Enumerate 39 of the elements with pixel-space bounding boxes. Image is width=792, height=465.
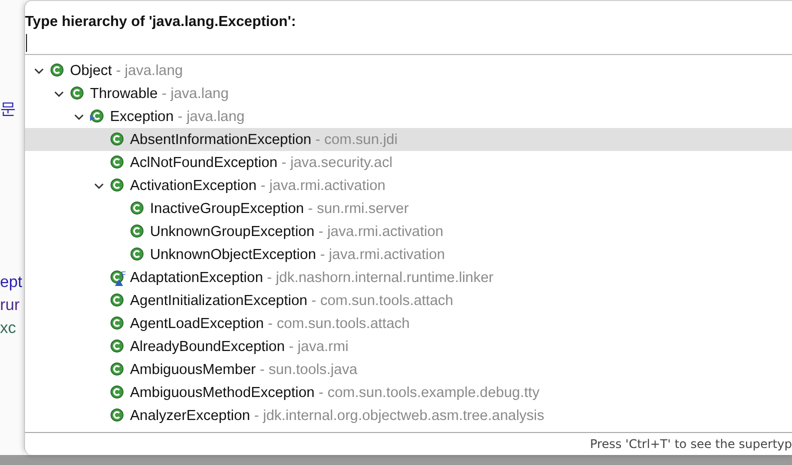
type-label: UnknownObjectException - java.rmi.activation: [150, 246, 445, 262]
editor-text: ept: [0, 273, 24, 293]
tree-item[interactable]: F AdaptationException - jdk.nashorn.internal.runtime.linker: [25, 266, 792, 289]
type-label: AbsentInformationException - com.sun.jdi: [130, 132, 398, 148]
type-label: InactiveGroupException - sun.rmi.server: [150, 200, 409, 216]
editor-text: 문: [0, 100, 17, 120]
type-label: AnalyzerException - jdk.internal.org.objectweb.asm.tree.analysis: [130, 408, 544, 424]
tree-item[interactable]: AgentLoadException - com.sun.tools.attach: [25, 312, 792, 335]
type-label: AgentLoadException - com.sun.tools.attach: [130, 316, 410, 332]
type-label: AmbiguousMember - sun.tools.java: [130, 362, 358, 378]
type-label: AgentInitializationException - com.sun.tools.attach: [130, 292, 454, 308]
type-label: Exception - java.lang: [110, 108, 245, 124]
tree-item[interactable]: AlreadyBoundException - java.rmi: [25, 335, 792, 358]
filter-field[interactable]: [26, 34, 792, 52]
tree-item[interactable]: AgentInitializationException - com.sun.tools.attach: [25, 289, 792, 312]
status-hint: Press 'Ctrl+T' to see the supertyp: [25, 432, 792, 455]
tree-item[interactable]: UnknownObjectException - java.rmi.activation: [25, 243, 792, 266]
type-label: AclNotFoundException - java.security.acl: [130, 154, 392, 170]
type-label: Throwable - java.lang: [90, 86, 229, 102]
tree-item[interactable]: Exception - java.lang: [25, 105, 792, 128]
tree-item[interactable]: Throwable - java.lang: [25, 82, 792, 105]
editor-text: rur: [0, 296, 21, 316]
type-label: AdaptationException - jdk.nashorn.internal.runtime.linker: [130, 270, 494, 286]
tree-item[interactable]: AmbiguousMember - sun.tools.java: [25, 358, 792, 381]
type-label: AmbiguousMethodException - com.sun.tools.example.debug.tty: [130, 384, 540, 400]
tree-item[interactable]: AclNotFoundException - java.security.acl: [25, 151, 792, 174]
tree-item[interactable]: InactiveGroupException - sun.rmi.server: [25, 197, 792, 220]
type-label: Object - java.lang: [70, 62, 183, 78]
tree-item[interactable]: ActivationException - java.rmi.activation: [25, 174, 792, 197]
tree-item[interactable]: Object - java.lang: [25, 59, 792, 82]
type-label: AlreadyBoundException - java.rmi: [130, 338, 348, 354]
tree-item[interactable]: AmbiguousMethodException - com.sun.tools.example.debug.tty: [25, 381, 792, 404]
popup-title: Type hierarchy of 'java.lang.Exception':: [25, 13, 297, 32]
tree-item[interactable]: UnknownGroupException - java.rmi.activation: [25, 220, 792, 243]
tree-item[interactable]: AbsentInformationException - com.sun.jdi: [25, 128, 792, 151]
type-label: ActivationException - java.rmi.activation: [130, 178, 386, 194]
editor-text: xc: [0, 319, 17, 339]
type-label: UnknownGroupException - java.rmi.activation: [150, 224, 444, 240]
tree-item[interactable]: AnalyzerException - jdk.internal.org.objectweb.asm.tree.analysis: [25, 404, 792, 427]
